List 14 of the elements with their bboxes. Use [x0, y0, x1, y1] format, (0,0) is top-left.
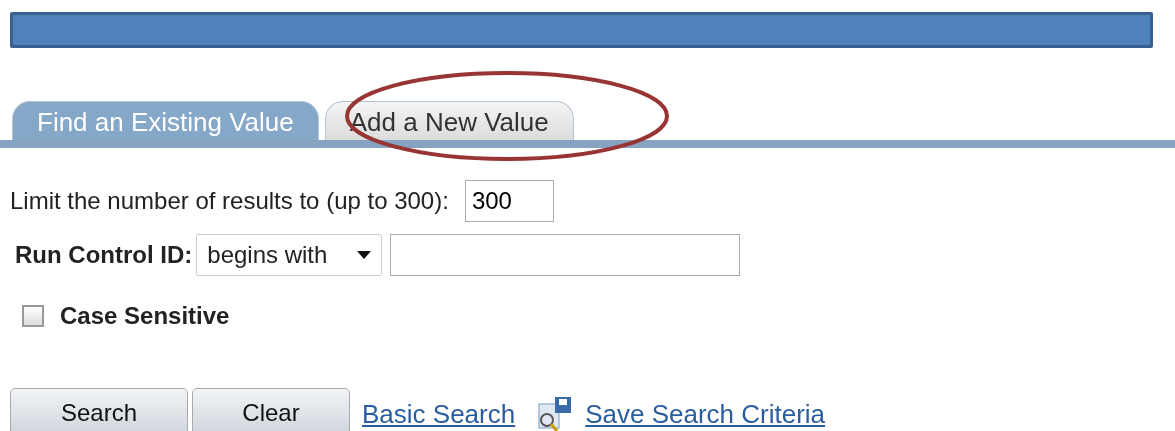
clear-button[interactable]: Clear — [192, 388, 350, 431]
link[interactable]: Save Search Criteria — [585, 395, 826, 431]
tab[interactable]: Add a New Value — [324, 101, 574, 140]
run-control-label: Run Control ID: — [15, 240, 193, 270]
operator-dropdown[interactable]: begins with — [196, 234, 383, 276]
run-control-field[interactable] — [390, 234, 741, 276]
link[interactable]: Basic Search — [362, 395, 516, 431]
case-sensitive-checkbox[interactable] — [22, 305, 44, 327]
caret-icon — [357, 251, 372, 259]
limit-field[interactable]: 300 — [464, 180, 554, 222]
case-sensitive-label: Case Sensitive — [60, 301, 230, 331]
limit-label: Limit the number of results to (up to 300): — [10, 186, 449, 216]
save-search-icon[interactable] — [535, 396, 574, 431]
search-button[interactable]: Search — [10, 388, 188, 431]
